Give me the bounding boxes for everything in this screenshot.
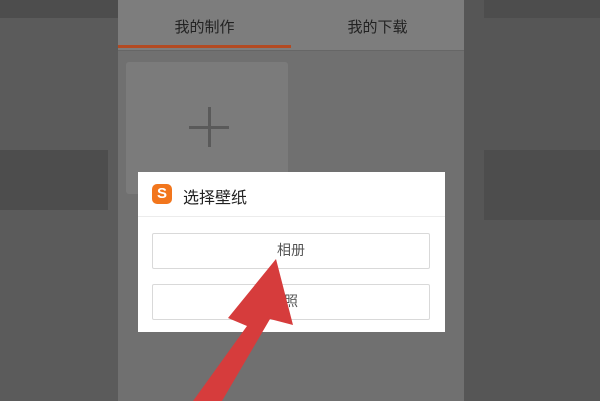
red-arrow-annotation (193, 259, 293, 401)
